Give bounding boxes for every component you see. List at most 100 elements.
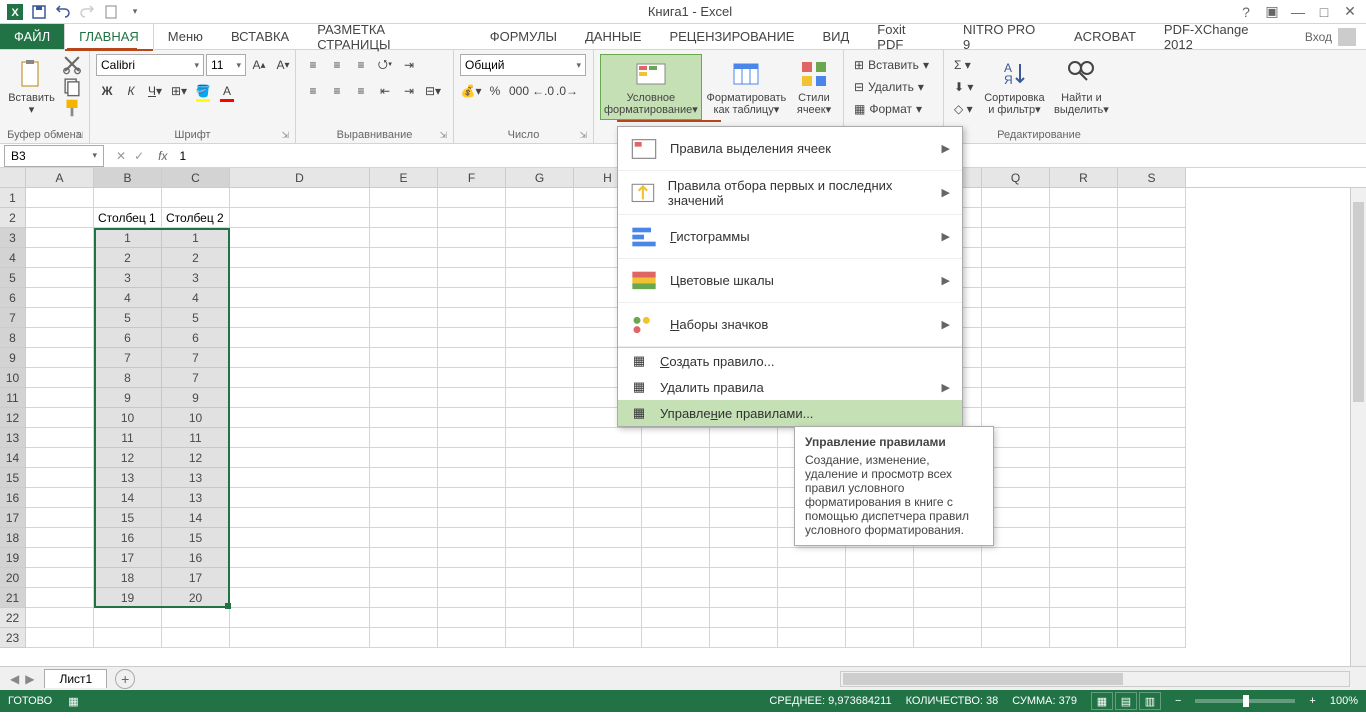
menu-data-bars[interactable]: Гистограммы▶ [618, 215, 962, 259]
menu-clear-rules[interactable]: ▦ Удалить правила▶ [618, 374, 962, 400]
cell[interactable] [506, 408, 574, 428]
cell[interactable] [438, 348, 506, 368]
cell[interactable] [1118, 268, 1186, 288]
cell[interactable] [438, 388, 506, 408]
cell[interactable]: 17 [94, 548, 162, 568]
cell[interactable] [574, 468, 642, 488]
row-header[interactable]: 4 [0, 248, 26, 268]
cell[interactable] [1050, 288, 1118, 308]
cell[interactable] [370, 548, 438, 568]
cell[interactable] [1050, 608, 1118, 628]
menu-icon-sets[interactable]: Наборы значков▶ [618, 303, 962, 347]
sheet-tab[interactable]: Лист1 [44, 669, 107, 688]
cell[interactable] [506, 448, 574, 468]
cell[interactable] [1050, 348, 1118, 368]
row-header[interactable]: 11 [0, 388, 26, 408]
cell[interactable] [642, 428, 710, 448]
launcher-icon[interactable]: ⇲ [439, 130, 447, 141]
tab-file[interactable]: ФАЙЛ [0, 24, 64, 49]
row-header[interactable]: 16 [0, 488, 26, 508]
cell[interactable] [370, 228, 438, 248]
accounting-icon[interactable]: 💰▾ [460, 80, 482, 102]
cell[interactable] [26, 348, 94, 368]
tab-insert[interactable]: ВСТАВКА [217, 24, 303, 49]
cell[interactable]: 16 [94, 528, 162, 548]
cell[interactable] [26, 388, 94, 408]
qat-dropdown-icon[interactable]: ▾ [124, 1, 146, 23]
cell[interactable] [982, 188, 1050, 208]
cell[interactable] [1118, 608, 1186, 628]
cell[interactable]: 3 [94, 268, 162, 288]
wrap-icon[interactable]: ⇥ [398, 54, 420, 76]
row-header[interactable]: 10 [0, 368, 26, 388]
format-cells-button[interactable]: ▦Формат ▾ [850, 98, 926, 120]
format-painter-icon[interactable] [61, 98, 83, 118]
cell[interactable]: 15 [162, 528, 230, 548]
cell[interactable] [26, 428, 94, 448]
cell[interactable] [1118, 408, 1186, 428]
cell[interactable] [914, 608, 982, 628]
cell[interactable] [506, 388, 574, 408]
cell[interactable] [1118, 368, 1186, 388]
cell[interactable]: 13 [94, 468, 162, 488]
cell[interactable] [914, 548, 982, 568]
cell[interactable] [710, 608, 778, 628]
cell[interactable] [574, 608, 642, 628]
cell[interactable] [438, 228, 506, 248]
comma-icon[interactable]: 000 [508, 80, 530, 102]
cell[interactable] [506, 208, 574, 228]
cell[interactable] [26, 568, 94, 588]
cell[interactable]: 2 [162, 248, 230, 268]
cell[interactable] [1118, 308, 1186, 328]
tab-review[interactable]: РЕЦЕНЗИРОВАНИЕ [655, 24, 808, 49]
font-size-combo[interactable]: 11▾ [206, 54, 246, 76]
column-header[interactable]: R [1050, 168, 1118, 187]
tab-formulas[interactable]: ФОРМУЛЫ [476, 24, 571, 49]
cell[interactable] [1118, 568, 1186, 588]
cell[interactable] [438, 248, 506, 268]
cell[interactable] [370, 408, 438, 428]
cell[interactable] [26, 188, 94, 208]
row-header[interactable]: 17 [0, 508, 26, 528]
cell[interactable] [710, 568, 778, 588]
format-as-table-button[interactable]: Форматироватькак таблицу▾ [706, 54, 787, 120]
row-header[interactable]: 23 [0, 628, 26, 648]
cell[interactable] [982, 588, 1050, 608]
cell[interactable] [370, 528, 438, 548]
cell[interactable] [438, 308, 506, 328]
cell[interactable] [230, 208, 370, 228]
new-icon[interactable] [100, 1, 122, 23]
autosum-icon[interactable]: Σ ▾ [950, 54, 977, 76]
italic-icon[interactable]: К [120, 80, 142, 102]
indent-dec-icon[interactable]: ⇤ [374, 80, 396, 102]
cell[interactable]: 3 [162, 268, 230, 288]
ribbon-opts-icon[interactable]: ▣ [1260, 1, 1284, 23]
sheet-nav[interactable]: ◀▶ [0, 672, 44, 686]
tab-foxit[interactable]: Foxit PDF [863, 24, 949, 49]
column-header[interactable]: E [370, 168, 438, 187]
cell[interactable] [230, 308, 370, 328]
cell[interactable] [1050, 368, 1118, 388]
cell[interactable] [574, 488, 642, 508]
launcher-icon[interactable]: ⇲ [281, 130, 289, 141]
select-all-corner[interactable] [0, 168, 26, 187]
cell[interactable] [914, 588, 982, 608]
row-header[interactable]: 6 [0, 288, 26, 308]
shrink-font-icon[interactable]: A▾ [272, 54, 294, 76]
indent-inc-icon[interactable]: ⇥ [398, 80, 420, 102]
cell[interactable] [710, 528, 778, 548]
cell[interactable] [230, 568, 370, 588]
cell[interactable] [778, 628, 846, 648]
cell[interactable]: 19 [94, 588, 162, 608]
view-break-icon[interactable]: ▥ [1139, 692, 1161, 710]
copy-icon[interactable] [61, 76, 83, 96]
cell[interactable] [1118, 488, 1186, 508]
cell[interactable] [1050, 628, 1118, 648]
enter-icon[interactable]: ✓ [134, 149, 144, 163]
horizontal-scrollbar[interactable] [840, 671, 1350, 687]
cell[interactable] [642, 488, 710, 508]
cell[interactable] [370, 608, 438, 628]
cell[interactable] [506, 368, 574, 388]
cell[interactable] [982, 268, 1050, 288]
cell[interactable] [982, 408, 1050, 428]
